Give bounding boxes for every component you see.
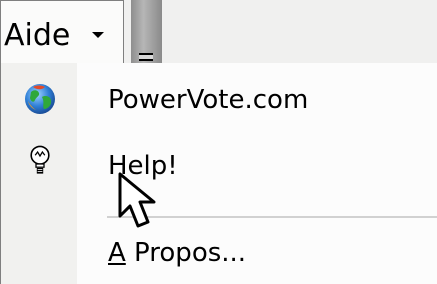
menu-bar: Aide — [0, 0, 437, 64]
menu-item-label: A Propos... — [108, 233, 246, 273]
lightbulb-icon — [30, 145, 50, 174]
menu-item-powervote[interactable]: PowerVote.com — [1, 72, 437, 128]
menu-item-label: PowerVote.com — [108, 85, 309, 115]
mouse-pointer-icon — [118, 172, 156, 228]
menu-item-a-propos[interactable]: A Propos... — [1, 226, 437, 282]
menu-item-help[interactable]: Help! — [1, 138, 437, 194]
globe-icon — [25, 84, 55, 114]
menu-mnemonic: A — [108, 238, 126, 268]
menu-aide-label: Aide — [4, 18, 71, 53]
dropdown-arrow-icon — [92, 32, 104, 38]
menu-item-label-rest: Propos... — [125, 238, 247, 268]
menu-aide[interactable]: Aide — [0, 0, 124, 64]
toolbar-options-icon[interactable] — [139, 53, 153, 61]
